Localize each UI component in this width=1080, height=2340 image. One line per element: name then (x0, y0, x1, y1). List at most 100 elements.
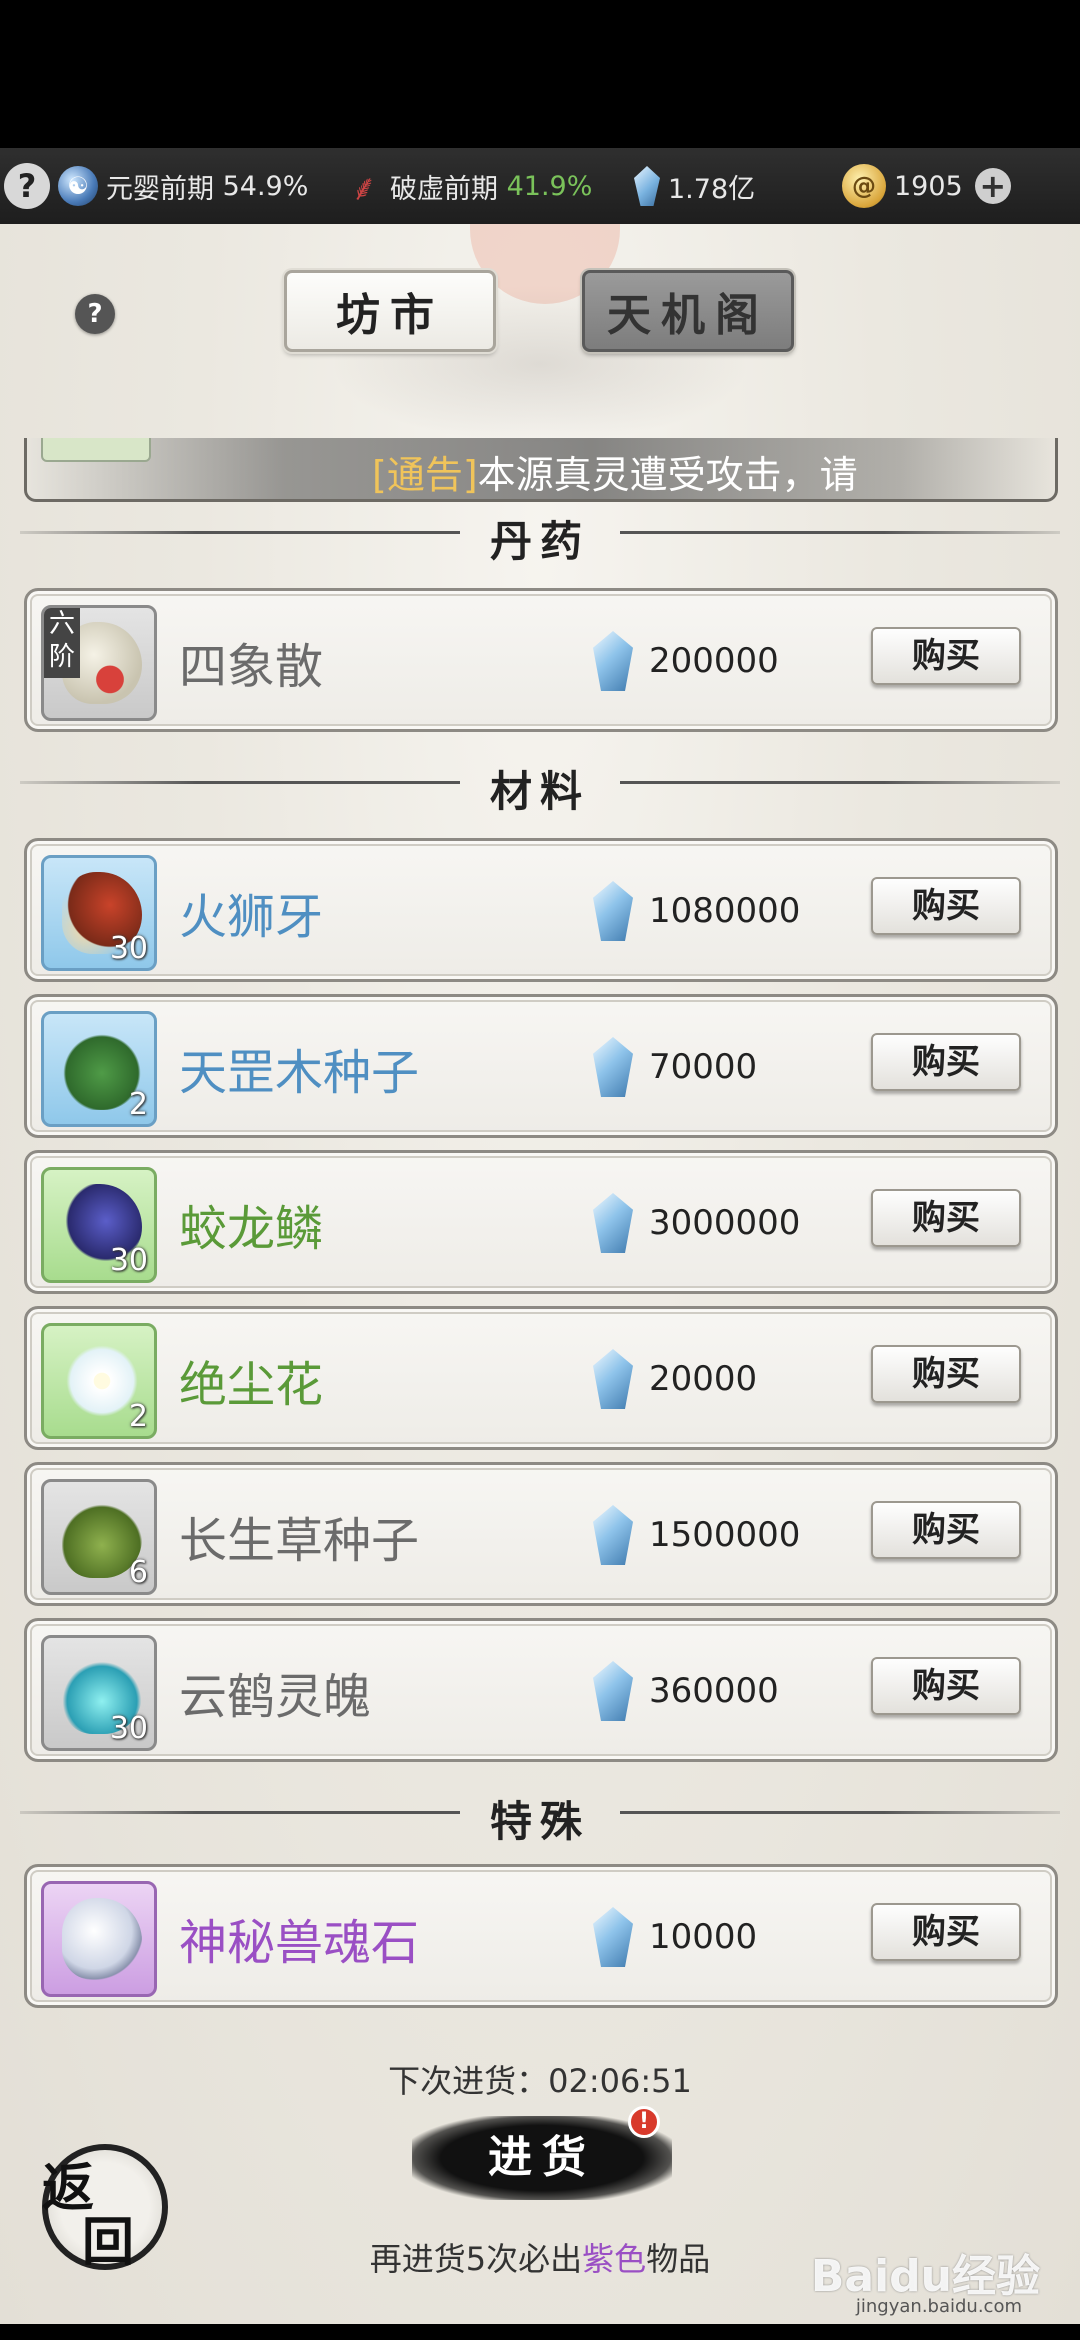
buy-button[interactable]: 购买 (871, 1345, 1021, 1403)
help-button-top[interactable]: ? (4, 148, 58, 224)
realm-2-name: 破虚前期 (390, 173, 498, 205)
announcement-ticker: [通告]本源真灵遭受攻击，请 (24, 438, 1058, 502)
realm-2: ⸙ 破虚前期 41.9% (346, 148, 592, 224)
spirit-stone-icon (593, 1505, 633, 1565)
tab-market[interactable]: 坊市 (284, 270, 496, 352)
spirit-stone-icon (593, 1907, 633, 1967)
item-name: 神秘兽魂石 (179, 1915, 420, 1971)
section-header-pills: 丹药 (20, 502, 1060, 566)
shop-item-row: 神秘兽魂石 10000 购买 (24, 1864, 1058, 2008)
shop-item-row: 2 天罡木种子 70000 购买 (24, 994, 1058, 1138)
status-bar: ? ☯ 元婴前期 54.9% ⸙ 破虚前期 41.9% 1.78亿 @ 1905… (0, 148, 1080, 224)
spike-icon: ⸙ (350, 167, 378, 209)
item-name: 蛟龙鳞 (179, 1201, 324, 1257)
item-price: 360000 (649, 1671, 779, 1711)
item-quantity: 30 (109, 1711, 148, 1746)
tier-badge: 六阶 (44, 608, 80, 678)
question-icon[interactable]: ? (4, 163, 50, 209)
item-thumbnail[interactable]: 六阶 (41, 605, 157, 721)
spirit-stone-amount: 1.78亿 (668, 173, 756, 205)
item-price: 70000 (649, 1047, 758, 1087)
buy-button[interactable]: 购买 (871, 627, 1021, 685)
shop-item-row: 30 火狮牙 1080000 购买 (24, 838, 1058, 982)
guarantee-suffix: 物品 (646, 2240, 711, 2278)
shop-item-row: 六阶 四象散 200000 购买 (24, 588, 1058, 732)
realm-1: ☯ 元婴前期 54.9% (58, 148, 308, 224)
item-thumbnail[interactable]: 2 (41, 1323, 157, 1439)
gold-balance: @ 1905 + (842, 148, 1011, 224)
realm-1-name: 元婴前期 (106, 173, 214, 205)
item-quantity: 30 (109, 1243, 148, 1278)
buy-button[interactable]: 购买 (871, 1903, 1021, 1961)
item-price: 3000000 (649, 1203, 801, 1243)
guarantee-color-word: 紫色 (582, 2240, 647, 2278)
top-letterbox (0, 0, 1080, 148)
yin-yang-orb-icon: ☯ (58, 166, 98, 206)
spirit-stone-icon (593, 631, 633, 691)
item-thumbnail[interactable] (41, 1881, 157, 1997)
exclamation-badge-icon: ! (628, 2106, 660, 2138)
spirit-stone-balance: 1.78亿 (634, 148, 755, 224)
section-title-pills: 丹药 (489, 517, 590, 566)
item-thumbnail[interactable]: 6 (41, 1479, 157, 1595)
item-name: 火狮牙 (179, 889, 324, 945)
item-quantity: 2 (128, 1399, 148, 1434)
tab-tianji-pavilion[interactable]: 天机阁 (582, 270, 794, 352)
shop-item-row: 6 长生草种子 1500000 购买 (24, 1462, 1058, 1606)
bottom-letterbox (0, 2324, 1080, 2340)
item-quantity: 30 (109, 931, 148, 966)
spirit-stone-icon (593, 1037, 633, 1097)
watermark-url: jingyan.baidu.com (855, 2296, 1022, 2317)
item-name: 四象散 (179, 639, 324, 695)
watermark-brand: Baidu经验 (810, 2251, 1040, 2302)
item-price: 10000 (649, 1917, 758, 1957)
market-screen: ? 坊市 天机阁 [通告]本源真灵遭受攻击，请 丹药 六阶 四象散 200000… (0, 224, 1080, 2324)
item-price: 200000 (649, 641, 779, 681)
help-button[interactable]: ? (75, 294, 115, 334)
section-header-special: 特殊 (20, 1782, 1060, 1846)
next-restock-timer: 下次进货：02:06:51 (388, 2062, 692, 2100)
item-name: 天罡木种子 (179, 1045, 420, 1101)
buy-button[interactable]: 购买 (871, 1189, 1021, 1247)
add-currency-plus-icon[interactable]: + (974, 168, 1011, 204)
item-name: 绝尘花 (179, 1357, 324, 1413)
gold-coin-icon: @ (842, 164, 886, 208)
back-button[interactable]: 返 回 (42, 2144, 168, 2273)
spirit-stone-icon (593, 1193, 633, 1253)
item-price: 1080000 (649, 891, 801, 931)
realm-1-percent: 54.9% (222, 170, 309, 202)
item-thumbnail[interactable]: 30 (41, 1167, 157, 1283)
item-name: 云鹤灵魄 (179, 1669, 372, 1725)
buy-button[interactable]: 购买 (871, 1657, 1021, 1715)
announcement-text: [通告]本源真灵遭受攻击，请 (372, 444, 952, 499)
spirit-stone-icon (593, 1349, 633, 1409)
spirit-stone-icon (593, 1661, 633, 1721)
item-thumbnail[interactable]: 30 (41, 855, 157, 971)
crystal-icon (634, 166, 660, 206)
gold-amount: 1905 (894, 170, 963, 202)
item-quantity: 2 (128, 1087, 148, 1122)
item-price: 1500000 (649, 1515, 801, 1555)
item-price: 20000 (649, 1359, 758, 1399)
item-thumbnail[interactable]: 30 (41, 1635, 157, 1751)
shop-item-row: 2 绝尘花 20000 购买 (24, 1306, 1058, 1450)
soul-stone-egg-icon (62, 1898, 142, 1980)
buy-button[interactable]: 购买 (871, 877, 1021, 935)
spirit-stone-icon (593, 881, 633, 941)
item-thumbnail[interactable]: 2 (41, 1011, 157, 1127)
realm-2-percent: 41.9% (506, 170, 593, 202)
section-title-special: 特殊 (489, 1797, 590, 1846)
buy-button[interactable]: 购买 (871, 1501, 1021, 1559)
shop-item-row: 30 蛟龙鳞 3000000 购买 (24, 1150, 1058, 1294)
section-header-materials: 材料 (20, 752, 1060, 816)
item-quantity: 6 (128, 1555, 148, 1590)
section-title-materials: 材料 (489, 767, 590, 816)
announcement-tag: [通告] (372, 453, 478, 497)
back-char-2: 回 (82, 2212, 135, 2273)
item-name: 长生草种子 (179, 1513, 420, 1569)
buy-button[interactable]: 购买 (871, 1033, 1021, 1091)
guarantee-prefix: 再进货5次必出 (369, 2240, 583, 2278)
shop-item-row: 30 云鹤灵魄 360000 购买 (24, 1618, 1058, 1762)
announcement-message: 本源真灵遭受攻击，请 (477, 453, 858, 497)
scrolled-item-thumbnail (41, 438, 151, 462)
